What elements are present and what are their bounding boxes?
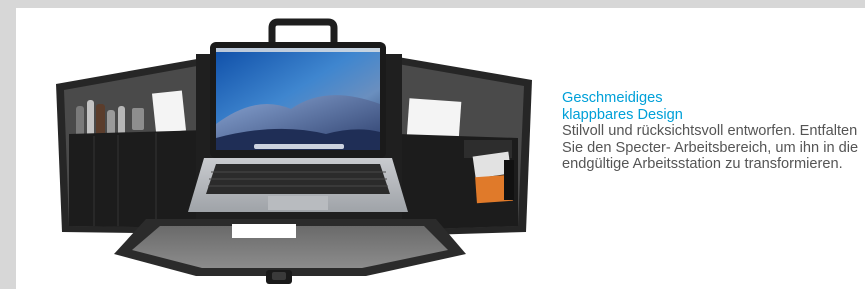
content-panel: Geschmeidiges klappbares Design Stilvoll… (16, 8, 865, 289)
product-image (56, 18, 532, 284)
feature-headline: Geschmeidiges klappbares Design (562, 90, 683, 123)
trackpad (268, 196, 328, 210)
feature-text: Geschmeidiges klappbares Design Stilvoll… (562, 90, 862, 173)
document-slot (232, 224, 296, 238)
feature-description: Stilvoll und rücksichtsvoll entworfen. E… (562, 123, 859, 173)
